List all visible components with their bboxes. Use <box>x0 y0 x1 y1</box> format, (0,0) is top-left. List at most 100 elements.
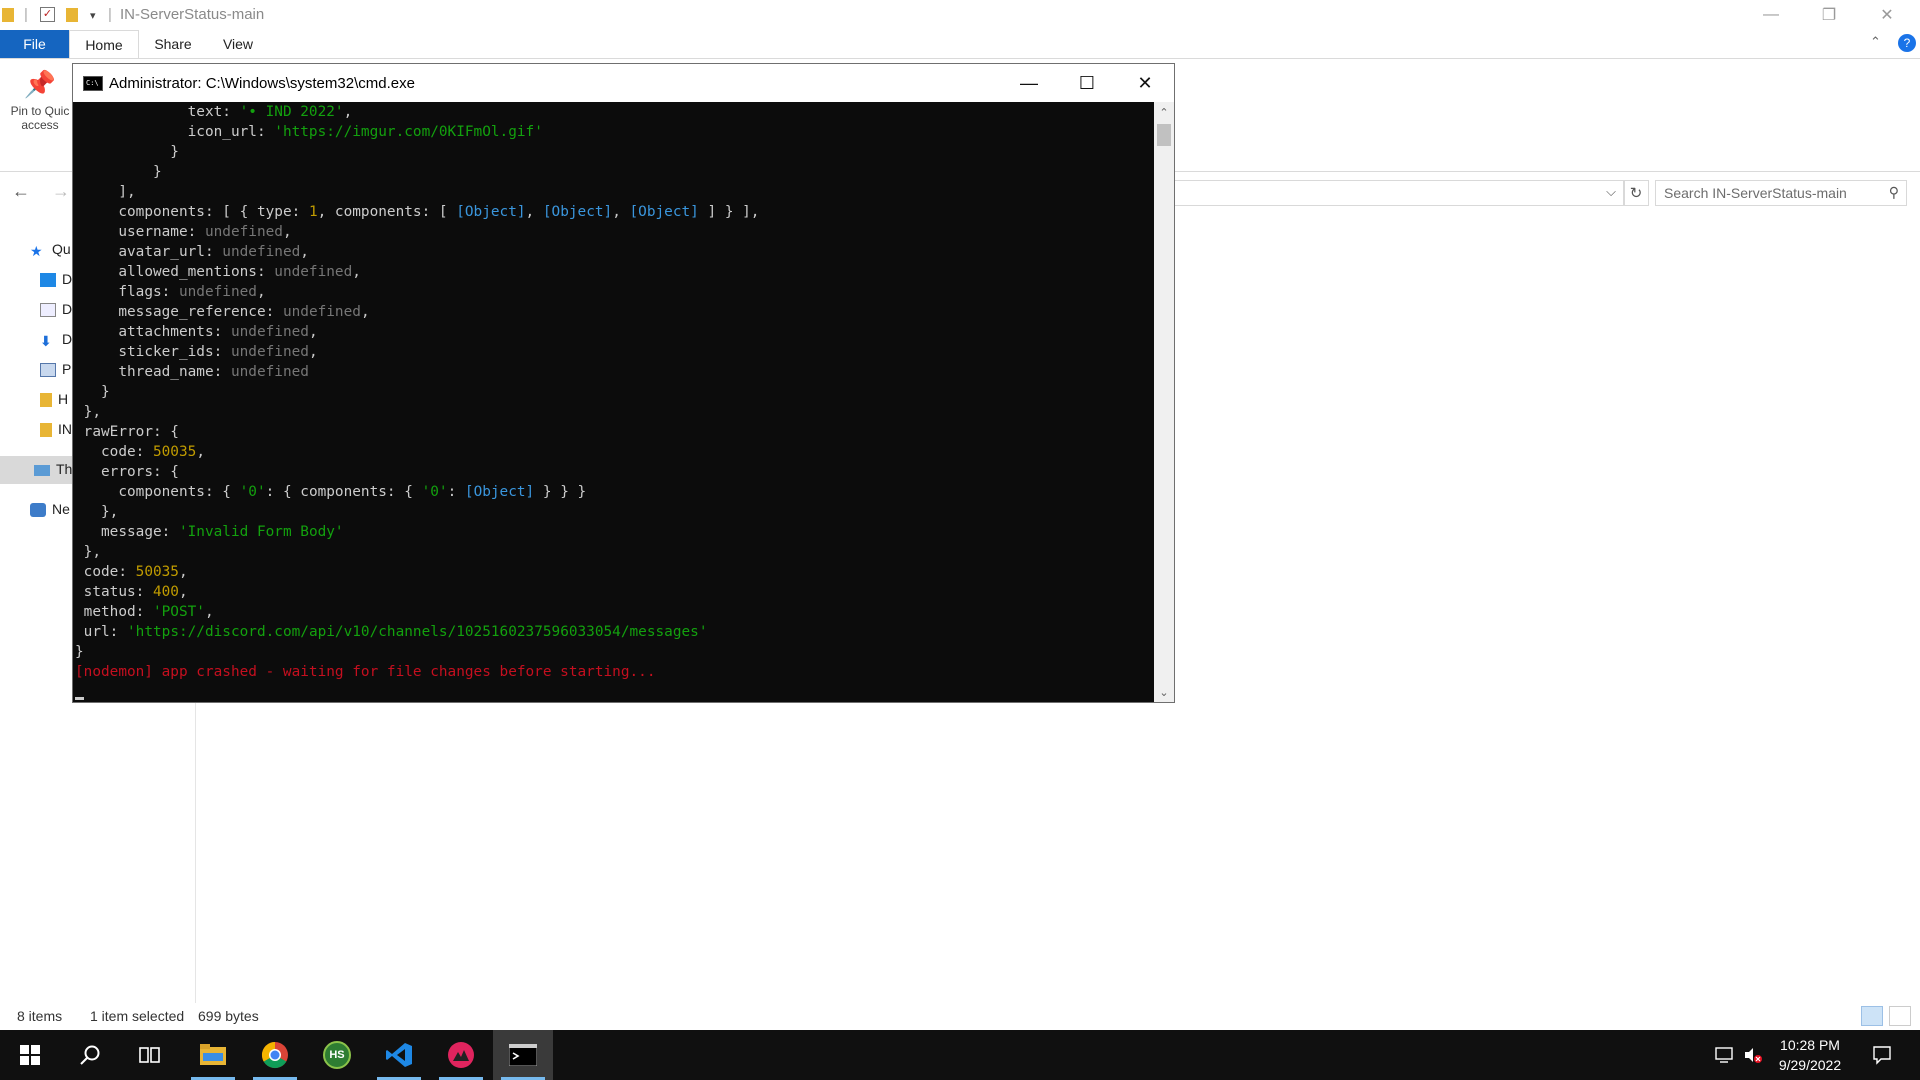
start-button[interactable] <box>0 1030 60 1080</box>
console-token: 400 <box>152 584 179 600</box>
nav-folder-in[interactable]: IN <box>40 421 72 443</box>
windows-logo-icon <box>20 1045 40 1065</box>
console-token: '0' <box>421 484 448 500</box>
console-token: 'https://discord.com/api/v10/channels/10… <box>127 624 708 640</box>
task-view-button[interactable] <box>120 1030 180 1080</box>
action-center-button[interactable] <box>1862 1030 1902 1080</box>
pictures-icon <box>40 363 56 378</box>
nav-label: Th <box>56 461 73 477</box>
console-token: url: <box>83 624 127 640</box>
console-token: [Object] <box>464 484 535 500</box>
console-token: [Object] <box>629 204 699 220</box>
cmd-minimize-button[interactable]: — <box>1000 64 1058 102</box>
console-line: url: 'https://discord.com/api/v10/channe… <box>75 622 1154 642</box>
vscode-taskbar-button[interactable] <box>369 1030 429 1080</box>
cmd-title: Administrator: C:\Windows\system32\cmd.e… <box>109 75 415 92</box>
tab-view[interactable]: View <box>207 30 269 58</box>
search-icon: ⚲ <box>1888 184 1899 200</box>
hs-label: HS <box>329 1049 345 1061</box>
search-button[interactable] <box>60 1030 120 1080</box>
console-line: message: 'Invalid Form Body' <box>75 522 1154 542</box>
folder-icon <box>40 393 52 408</box>
console-line: method: 'POST', <box>75 602 1154 622</box>
console-token: }, <box>83 404 101 420</box>
forward-arrow-icon[interactable]: → <box>52 181 70 202</box>
explorer-close-button[interactable]: ✕ <box>1858 0 1916 30</box>
tab-file[interactable]: File <box>0 30 69 58</box>
cmd-window: Administrator: C:\Windows\system32\cmd.e… <box>72 63 1175 703</box>
hs-taskbar-button[interactable]: HS <box>307 1030 367 1080</box>
console-token: , <box>360 304 370 320</box>
nav-network[interactable]: Ne <box>30 501 70 523</box>
explorer-title-bar: | ✓ ▾ | IN-ServerStatus-main — ❐ ✕ <box>0 0 1920 30</box>
nav-this-pc[interactable]: Th <box>34 461 72 483</box>
console-line: components: [ { type: 1, components: [ [… <box>75 202 1154 222</box>
refresh-button[interactable]: ↻ <box>1623 180 1649 206</box>
scroll-thumb[interactable] <box>1157 124 1171 146</box>
scroll-down-icon[interactable]: ⌄ <box>1154 682 1174 702</box>
customize-quick-access-icon[interactable]: ▾ <box>90 9 96 22</box>
file-explorer-icon <box>200 1044 226 1065</box>
folder-icon <box>40 423 52 438</box>
nav-label: Qu <box>52 241 71 257</box>
console-token: allowed_mentions: <box>101 264 275 280</box>
text-cursor <box>75 697 84 700</box>
scroll-up-icon[interactable]: ⌃ <box>1154 102 1174 122</box>
console-token: status: <box>83 584 153 600</box>
console-token: } } } <box>534 484 587 500</box>
pin-to-quick-access-button[interactable]: 📌 Pin to Quic access <box>4 69 76 161</box>
chevron-down-icon[interactable]: ⌵ <box>1606 184 1616 200</box>
console-line: } <box>75 142 1154 162</box>
nav-label: IN <box>58 421 72 437</box>
tab-share[interactable]: Share <box>139 30 207 58</box>
console-line: username: undefined, <box>75 222 1154 242</box>
console-token: '• IND 2022' <box>239 104 344 120</box>
cmd-close-button[interactable]: ✕ <box>1116 64 1174 102</box>
nav-desktop[interactable]: D <box>40 271 72 293</box>
nav-label: H <box>58 391 69 407</box>
chrome-taskbar-button[interactable] <box>245 1030 305 1080</box>
properties-icon[interactable]: ✓ <box>40 7 55 22</box>
computer-icon <box>34 464 50 476</box>
explorer-restore-button[interactable]: ❐ <box>1800 0 1858 30</box>
console-line: }, <box>75 402 1154 422</box>
ribbon-tabs: File Home Share View ⌃ ? <box>0 30 1920 58</box>
help-icon[interactable]: ? <box>1898 34 1916 52</box>
search-placeholder: Search IN-ServerStatus-main <box>1664 185 1847 201</box>
cmd-maximize-button[interactable]: ☐ <box>1058 64 1116 102</box>
search-input[interactable]: Search IN-ServerStatus-main ⚲ <box>1655 180 1907 206</box>
vscode-icon <box>386 1043 412 1067</box>
address-bar[interactable]: ⌵ <box>1170 180 1625 206</box>
tab-home[interactable]: Home <box>69 30 139 58</box>
nav-label: P <box>62 361 72 377</box>
console-output[interactable]: text: '• IND 2022', icon_url: 'https://i… <box>73 102 1154 702</box>
nav-folder-h[interactable]: H <box>40 391 68 413</box>
cmd-taskbar-button[interactable] <box>493 1030 553 1080</box>
nav-documents[interactable]: D <box>40 301 72 323</box>
console-token: , <box>196 444 205 460</box>
console-token: } <box>75 644 84 660</box>
chrome-icon <box>261 1041 288 1069</box>
nav-quick-access[interactable]: ★ Qu <box>30 241 71 263</box>
console-token: undefined <box>178 284 257 300</box>
console-token: , <box>612 204 630 220</box>
console-token: undefined <box>222 244 301 260</box>
back-arrow-icon[interactable]: ← <box>12 181 30 202</box>
explorer-minimize-button[interactable]: — <box>1742 0 1800 30</box>
console-token: text: <box>118 104 240 120</box>
nav-pictures[interactable]: P <box>40 361 71 383</box>
new-folder-icon[interactable] <box>66 8 78 22</box>
console-token: undefined <box>204 224 283 240</box>
cmd-title-bar[interactable]: Administrator: C:\Windows\system32\cmd.e… <box>73 64 1174 102</box>
collapse-ribbon-icon[interactable]: ⌃ <box>1870 34 1881 50</box>
folder-icon <box>2 8 14 22</box>
console-scrollbar[interactable]: ⌃ ⌄ <box>1154 102 1174 702</box>
file-explorer-taskbar-button[interactable] <box>183 1030 243 1080</box>
details-view-button[interactable] <box>1861 1006 1883 1026</box>
large-icons-view-button[interactable] <box>1889 1006 1911 1026</box>
network-tray-button[interactable] <box>1710 1030 1740 1080</box>
nav-downloads[interactable]: ⬇ D <box>40 331 72 353</box>
console-line: sticker_ids: undefined, <box>75 342 1154 362</box>
app-taskbar-button[interactable] <box>431 1030 491 1080</box>
taskbar-clock[interactable]: 10:28 PM 9/29/2022 <box>1760 1035 1860 1075</box>
